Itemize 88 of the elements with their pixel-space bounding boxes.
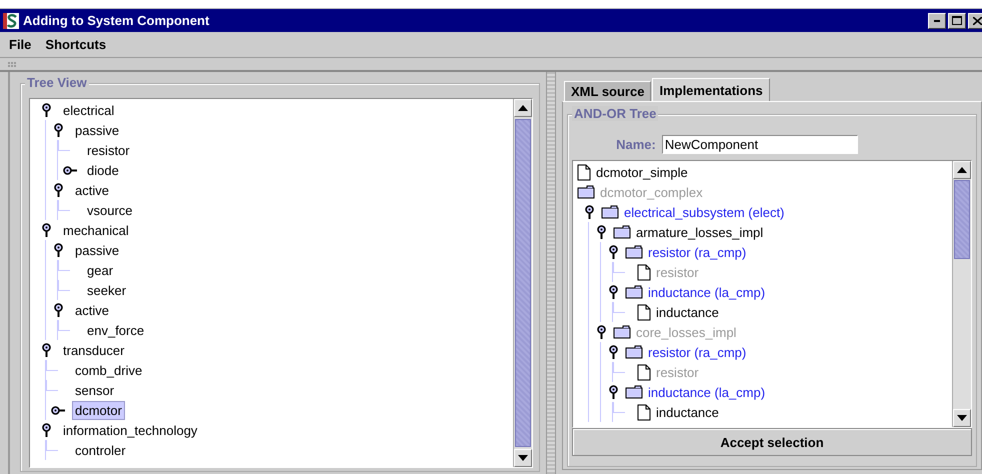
minimize-button[interactable] (928, 12, 946, 28)
close-button[interactable] (968, 12, 982, 28)
scroll-up-button[interactable] (514, 99, 532, 117)
tab[interactable]: XML source (564, 81, 652, 101)
document-icon (637, 404, 651, 420)
expanded-toggle-icon[interactable] (608, 245, 618, 259)
scrollbar-thumb[interactable] (954, 180, 970, 259)
tree-item[interactable]: dcmotor (72, 400, 125, 420)
tree-item[interactable]: dcmotor_simple (593, 162, 691, 182)
expanded-toggle-icon[interactable] (54, 303, 62, 317)
up-arrow-icon (957, 167, 967, 173)
splitter-handle[interactable] (546, 72, 556, 474)
tree-item[interactable]: inductance (la_cmp) (645, 382, 768, 402)
tree-item[interactable]: gear (84, 260, 116, 280)
expanded-toggle-icon[interactable] (596, 225, 606, 239)
expanded-toggle-icon[interactable] (608, 385, 618, 399)
accept-selection-button[interactable]: Accept selection (572, 428, 972, 456)
tree-item[interactable]: active (72, 300, 112, 320)
down-arrow-icon (957, 415, 967, 421)
tree-item[interactable]: passive (72, 240, 122, 260)
expanded-toggle-icon[interactable] (42, 223, 50, 237)
expanded-toggle-icon[interactable] (54, 123, 62, 137)
maximize-icon (952, 16, 962, 25)
folder-icon (625, 245, 643, 259)
tree-item[interactable]: vsource (84, 200, 136, 220)
document-icon (637, 364, 651, 380)
tree-item[interactable]: inductance (653, 302, 722, 322)
tree-item[interactable]: active (72, 180, 112, 200)
tree-item[interactable]: inductance (653, 402, 722, 422)
expanded-toggle-icon[interactable] (584, 205, 594, 219)
tree-item[interactable]: inductance (la_cmp) (645, 282, 768, 302)
tree-item[interactable]: comb_drive (72, 360, 146, 380)
tree-item[interactable]: resistor (ra_cmp) (645, 342, 750, 362)
tree-item[interactable]: electrical_subsystem (elect) (621, 202, 788, 222)
expanded-toggle-icon[interactable] (54, 243, 62, 257)
menu-item[interactable]: File (9, 37, 32, 52)
panel-title: AND-OR Tree (572, 106, 658, 121)
expanded-toggle-icon[interactable] (54, 183, 62, 197)
tree-item[interactable]: env_force (84, 320, 148, 340)
up-arrow-icon (518, 105, 528, 111)
grip-icon[interactable] (8, 62, 17, 66)
scrollbar-thumb[interactable] (515, 119, 531, 447)
folder-icon (625, 345, 643, 359)
expanded-toggle-icon[interactable] (596, 325, 606, 339)
collapsed-toggle-icon[interactable] (63, 166, 77, 174)
tree-item[interactable]: electrical (60, 100, 118, 120)
expanded-toggle-icon[interactable] (42, 343, 50, 357)
panel-title: Tree View (25, 75, 89, 90)
folder-icon (613, 225, 631, 239)
tree-item[interactable]: armature_losses_impl (633, 222, 766, 242)
tree-item[interactable]: seeker (84, 280, 130, 300)
name-label: Name: (616, 137, 656, 152)
tab[interactable]: Implementations (652, 78, 770, 101)
scroll-down-button[interactable] (953, 409, 971, 427)
tree-item[interactable]: resistor (ra_cmp) (645, 242, 750, 262)
tree-item[interactable]: transducer (60, 340, 128, 360)
maximize-button[interactable] (948, 12, 966, 28)
tree-item[interactable]: resistor (84, 140, 133, 160)
tree-item[interactable]: controler (72, 440, 129, 460)
expanded-toggle-icon[interactable] (42, 423, 50, 437)
minimize-icon (934, 20, 940, 22)
tree-item[interactable]: information_technology (60, 420, 200, 440)
window-title: Adding to System Component (23, 13, 210, 28)
expanded-toggle-icon[interactable] (608, 285, 618, 299)
app-logo-icon (3, 12, 19, 28)
menu-item[interactable]: Shortcuts (45, 37, 106, 52)
folder-icon (613, 325, 631, 339)
folder-icon (601, 205, 619, 219)
tree-item[interactable]: passive (72, 120, 122, 140)
name-field[interactable]: NewComponent (662, 135, 858, 154)
expanded-toggle-icon[interactable] (608, 345, 618, 359)
document-icon (577, 164, 591, 180)
collapsed-toggle-icon[interactable] (51, 406, 65, 414)
tree-item[interactable]: diode (84, 160, 122, 180)
document-icon (637, 304, 651, 320)
scrollbar[interactable] (513, 99, 532, 467)
scrollbar[interactable] (952, 161, 971, 427)
tree-item[interactable]: mechanical (60, 220, 132, 240)
folder-icon (625, 285, 643, 299)
folder-icon (577, 185, 595, 199)
down-arrow-icon (518, 455, 528, 461)
tree-item[interactable]: sensor (72, 380, 118, 400)
scroll-down-button[interactable] (514, 449, 532, 467)
expanded-toggle-icon[interactable] (42, 103, 50, 117)
folder-icon (625, 385, 643, 399)
scroll-up-button[interactable] (953, 161, 971, 179)
document-icon (637, 264, 651, 280)
close-icon (972, 16, 982, 24)
